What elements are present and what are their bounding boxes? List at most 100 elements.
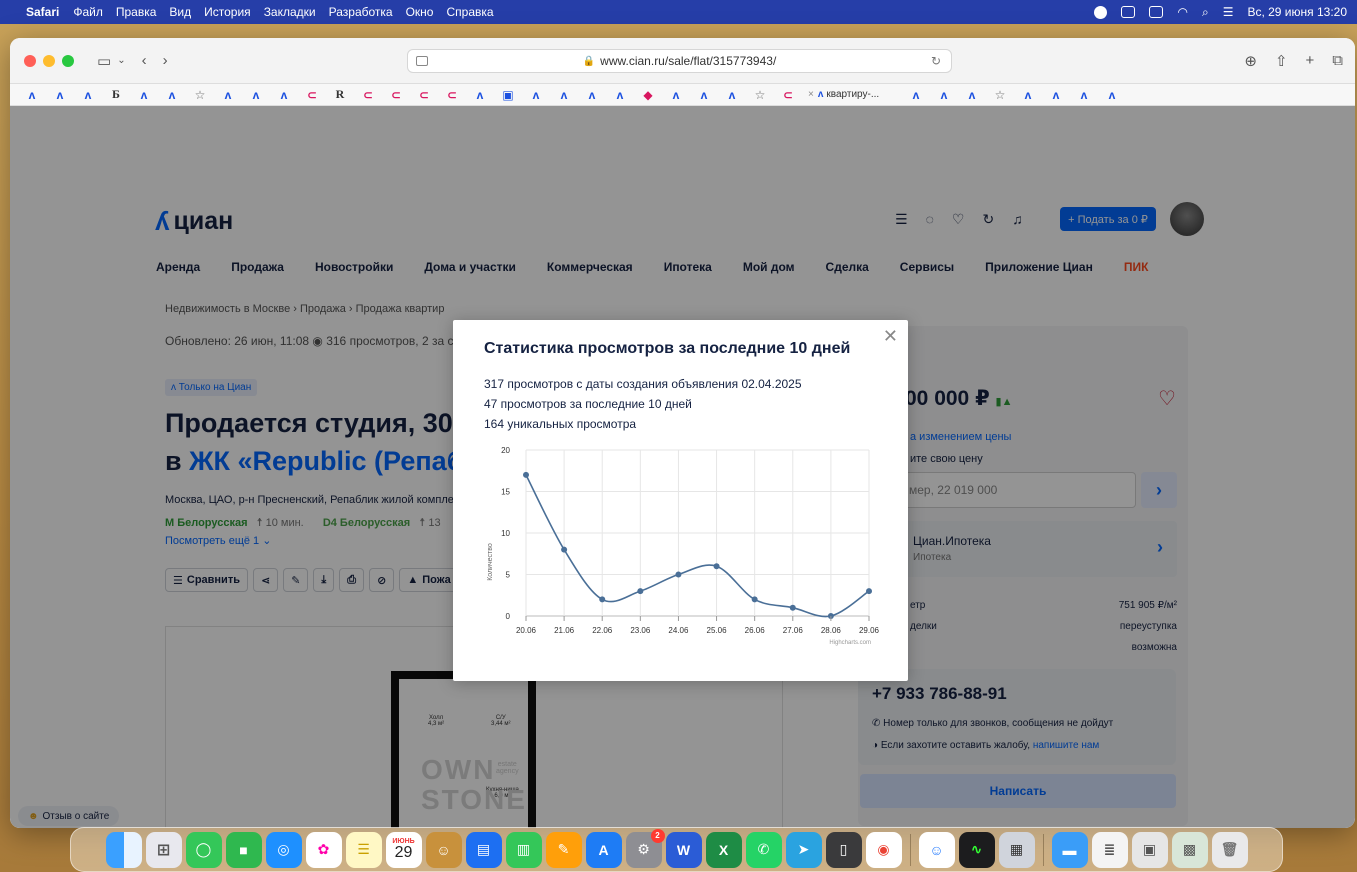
tab-cian-icon[interactable]: ʌ: [46, 88, 74, 102]
tab-cian-icon[interactable]: ʌ: [606, 88, 634, 102]
chart-credit[interactable]: Highcharts.com: [829, 640, 871, 646]
pages-icon[interactable]: ✎: [545, 831, 582, 868]
data-point[interactable]: [599, 596, 606, 603]
tab-cian-icon[interactable]: ʌ: [130, 88, 158, 102]
numbers-icon[interactable]: ▥: [505, 831, 542, 868]
tab-c-icon[interactable]: ⊂: [774, 88, 802, 102]
data-point[interactable]: [789, 604, 796, 611]
tab-cian-icon[interactable]: ʌ: [718, 88, 746, 102]
tab-square-icon[interactable]: ▣: [494, 88, 522, 102]
chevron-down-icon[interactable]: ⌄: [117, 55, 125, 66]
input-source-icon[interactable]: [1121, 6, 1136, 18]
spotlight-icon[interactable]: ⌕: [1202, 5, 1209, 20]
data-point[interactable]: [713, 563, 720, 570]
tab-cian-icon[interactable]: ʌ: [74, 88, 102, 102]
views-chart[interactable]: 20.06 21.06 22.06 23.06 24.06 25.06 26.06 27.06…: [481, 444, 881, 652]
menu-view[interactable]: Вид: [169, 5, 191, 19]
tab-cian-icon[interactable]: ʌ: [158, 88, 186, 102]
tab-cian-icon[interactable]: ʌ: [930, 88, 958, 102]
tab-cian-icon[interactable]: ʌ: [214, 88, 242, 102]
finder-alt-icon[interactable]: ☺: [918, 831, 955, 868]
wifi-icon[interactable]: ◠: [1177, 5, 1187, 19]
tab-c-icon[interactable]: ⊂: [410, 88, 438, 102]
tab-c-icon[interactable]: ⊂: [354, 88, 382, 102]
tab-c-icon[interactable]: ⊂: [382, 88, 410, 102]
tab-c-icon[interactable]: ⊂: [298, 88, 326, 102]
forward-icon[interactable]: ›: [163, 52, 168, 69]
tab-cian-icon[interactable]: ʌ: [270, 88, 298, 102]
safari-icon[interactable]: ◎: [265, 831, 302, 868]
close-tab-icon[interactable]: ×: [808, 89, 814, 100]
new-tab-icon[interactable]: +: [1306, 52, 1315, 70]
menu-window[interactable]: Окно: [406, 5, 434, 19]
tab-cian-icon[interactable]: ʌ: [1070, 88, 1098, 102]
menu-edit[interactable]: Правка: [116, 5, 157, 19]
menu-app-name[interactable]: Safari: [26, 5, 59, 19]
active-tab[interactable]: × ʌ квартиру-...: [802, 89, 902, 100]
word-icon[interactable]: W: [665, 831, 702, 868]
tab-cian-icon[interactable]: ʌ: [902, 88, 930, 102]
photos-icon[interactable]: ✿: [305, 831, 342, 868]
tab-cian-icon[interactable]: ʌ: [1014, 88, 1042, 102]
battery-icon[interactable]: [1149, 6, 1164, 18]
tab-b-icon[interactable]: Б: [102, 87, 130, 102]
preview-icon[interactable]: ▦: [998, 831, 1035, 868]
iphone-mirroring-icon[interactable]: ▯: [825, 831, 862, 868]
tab-red-icon[interactable]: ◆: [634, 88, 662, 102]
address-bar[interactable]: 🔒 www.cian.ru/sale/flat/315773943/ ↻: [407, 49, 952, 73]
tab-cian-icon[interactable]: ʌ: [550, 88, 578, 102]
menu-clock[interactable]: Вс, 29 июня 13:20: [1247, 5, 1347, 19]
launchpad-icon[interactable]: ⊞: [145, 831, 182, 868]
menu-bookmarks[interactable]: Закладки: [264, 5, 316, 19]
tab-cian-icon[interactable]: ʌ: [1042, 88, 1070, 102]
activity-monitor-icon[interactable]: ∿: [958, 831, 995, 868]
status-circle-icon[interactable]: [1094, 5, 1108, 19]
whatsapp-icon[interactable]: ✆: [745, 831, 782, 868]
tab-cian-icon[interactable]: ʌ: [1098, 88, 1126, 102]
data-point[interactable]: [523, 471, 529, 478]
control-center-icon[interactable]: ☰: [1223, 5, 1234, 19]
app-store-icon[interactable]: A: [585, 831, 622, 868]
excel-icon[interactable]: X: [705, 831, 742, 868]
data-point[interactable]: [751, 596, 758, 603]
system-settings-icon[interactable]: ⚙ 2: [625, 828, 665, 868]
tab-cian-icon[interactable]: ʌ: [242, 88, 270, 102]
zoom-window-button[interactable]: [62, 54, 74, 67]
image-stack-icon[interactable]: ▩: [1171, 831, 1208, 868]
tab-cian-icon[interactable]: ʌ: [522, 88, 550, 102]
menu-history[interactable]: История: [204, 5, 251, 19]
minimize-window-button[interactable]: [43, 54, 55, 67]
tab-cian-icon[interactable]: ʌ: [958, 88, 986, 102]
tab-cian-icon[interactable]: ʌ: [662, 88, 690, 102]
back-icon[interactable]: ‹: [142, 52, 147, 69]
close-window-button[interactable]: [24, 54, 36, 67]
tab-cian-icon[interactable]: ʌ: [18, 88, 46, 102]
keynote-icon[interactable]: ▤: [465, 831, 502, 868]
trash-icon[interactable]: 🗑: [1211, 831, 1248, 868]
document-stack-icon[interactable]: ≣: [1091, 831, 1128, 868]
finder-icon[interactable]: [105, 831, 142, 868]
data-point[interactable]: [866, 588, 872, 595]
facetime-icon[interactable]: ■: [225, 831, 262, 868]
tab-overview-icon[interactable]: ⧉: [1332, 52, 1343, 70]
chrome-icon[interactable]: ◉: [865, 831, 902, 868]
tab-cian-icon[interactable]: ʌ: [578, 88, 606, 102]
close-icon[interactable]: ✕: [883, 326, 898, 347]
data-point[interactable]: [675, 571, 682, 578]
notes-icon[interactable]: ☰: [345, 831, 382, 868]
tab-star-icon[interactable]: ☆: [746, 88, 774, 102]
menu-help[interactable]: Справка: [446, 5, 493, 19]
data-point[interactable]: [561, 546, 568, 553]
tab-r-icon[interactable]: R: [326, 87, 354, 102]
screenshot-stack-icon[interactable]: ▣: [1131, 831, 1168, 868]
telegram-icon[interactable]: ➤: [785, 831, 822, 868]
data-point[interactable]: [637, 588, 644, 595]
reload-icon[interactable]: ↻: [931, 54, 941, 68]
tab-c-icon[interactable]: ⊂: [438, 88, 466, 102]
contacts-icon[interactable]: ☺: [425, 831, 462, 868]
sidebar-icon[interactable]: ▭: [97, 52, 111, 70]
messages-icon[interactable]: ◯: [185, 831, 222, 868]
downloads-icon[interactable]: ⊕: [1244, 52, 1257, 70]
downloads-folder-icon[interactable]: ▬: [1051, 831, 1088, 868]
tab-star-icon[interactable]: ☆: [186, 88, 214, 102]
